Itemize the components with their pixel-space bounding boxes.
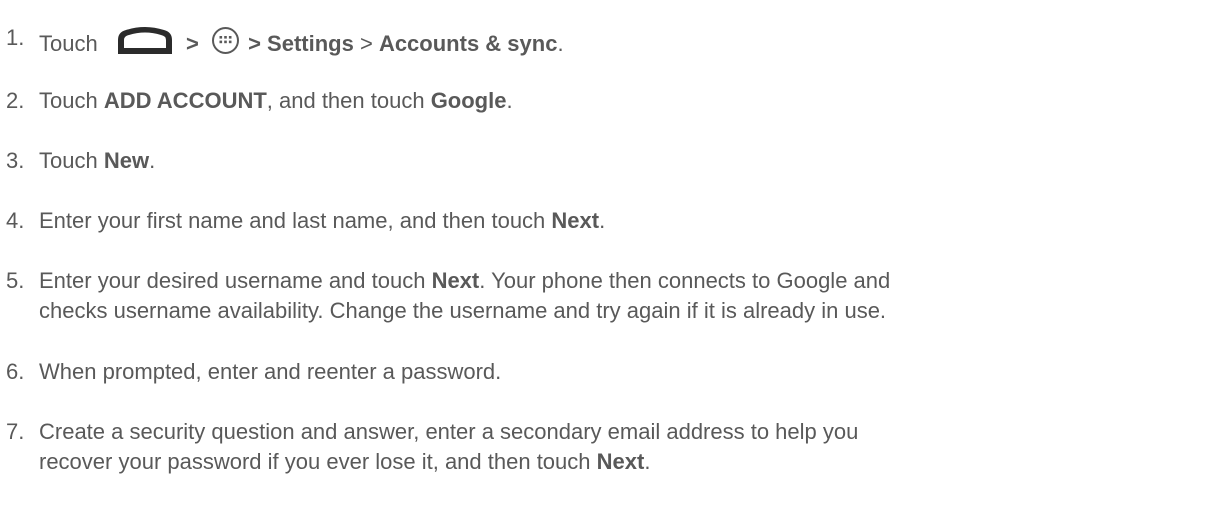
- step-3: 3. Touch New.: [6, 146, 155, 176]
- step-punctuation: .: [149, 148, 156, 173]
- next-label: Next: [551, 208, 600, 233]
- apps-icon: [211, 27, 239, 54]
- step-punctuation: .: [599, 208, 606, 233]
- step-text: Touch > > Settings > Accounts & sync.: [39, 23, 564, 59]
- step-number: 1.: [6, 25, 25, 50]
- step-separator: >: [185, 31, 199, 56]
- step-4: 4. Enter your first name and last name, …: [6, 206, 605, 236]
- step-text: Enter your first name and last name, and…: [39, 206, 605, 236]
- step-number: 5.: [6, 268, 25, 293]
- step-text-part: Touch: [39, 148, 104, 173]
- new-label: New: [103, 148, 150, 173]
- step-7: 7. Create a security question and answer…: [6, 417, 858, 477]
- step-1: 1. Touch > > Settings > Accounts & sync.: [6, 23, 564, 59]
- step-number: 2.: [6, 88, 25, 113]
- step-text-part: Create a security question and answer, e…: [39, 419, 859, 444]
- step-number: 7.: [6, 419, 25, 444]
- step-text: Touch ADD ACCOUNT, and then touch Google…: [39, 86, 513, 116]
- step-text-part: , and then touch: [266, 88, 431, 113]
- step-6: 6. When prompted, enter and reenter a pa…: [6, 357, 501, 387]
- step-punctuation: .: [644, 449, 651, 474]
- step-text-part: checks username availability. Change the…: [39, 298, 887, 323]
- next-label: Next: [431, 268, 480, 293]
- step-separator: >: [359, 31, 373, 56]
- next-label: Next: [596, 449, 645, 474]
- google-label: Google: [430, 88, 507, 113]
- step-punctuation: .: [557, 31, 564, 56]
- step-text-part: . Your phone then connects to Google and: [479, 268, 891, 293]
- step-text: Touch New.: [39, 146, 155, 176]
- step-punctuation: .: [506, 88, 513, 113]
- add-account-label: ADD ACCOUNT: [103, 88, 267, 113]
- accounts-sync-label: Accounts & sync: [378, 31, 558, 56]
- step-text-part: Touch: [39, 88, 104, 113]
- step-2: 2. Touch ADD ACCOUNT, and then touch Goo…: [6, 86, 513, 116]
- step-text: Enter your desired username and touch Ne…: [39, 266, 890, 326]
- step-text-part: When prompted, enter and reenter a passw…: [39, 359, 502, 384]
- step-touch-text: Touch: [39, 31, 98, 56]
- step-text: Create a security question and answer, e…: [39, 417, 858, 477]
- step-number: 3.: [6, 148, 25, 173]
- step-text: When prompted, enter and reenter a passw…: [39, 357, 501, 387]
- step-text-part: Enter your desired username and touch: [39, 268, 432, 293]
- home-icon: [117, 27, 172, 54]
- step-text-part: Enter your first name and last name, and…: [39, 208, 552, 233]
- step-number: 4.: [6, 208, 25, 233]
- settings-label: > Settings: [248, 31, 354, 56]
- step-5: 5. Enter your desired username and touch…: [6, 266, 890, 326]
- step-text-part: recover your password if you ever lose i…: [39, 449, 597, 474]
- step-number: 6.: [6, 359, 25, 384]
